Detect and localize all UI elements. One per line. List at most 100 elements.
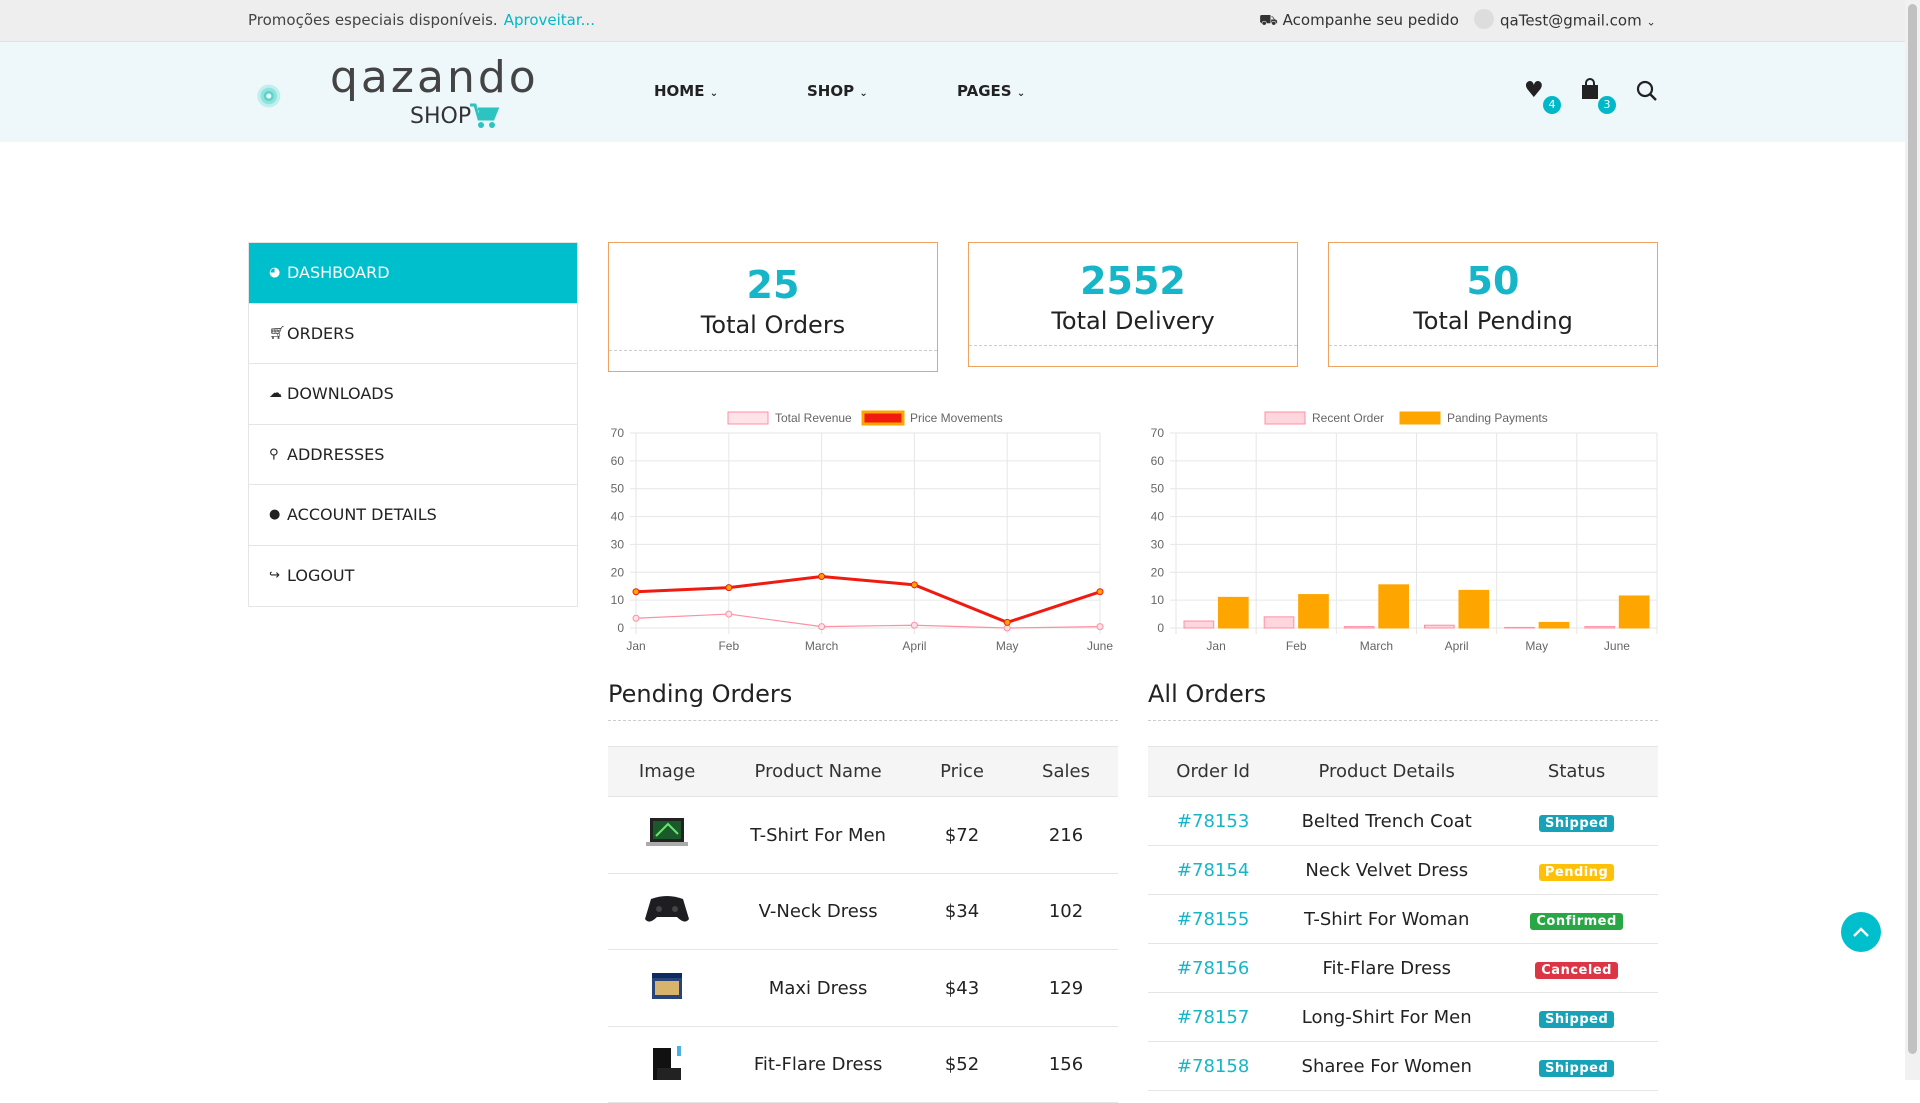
logout-icon: ↪ bbox=[269, 568, 280, 584]
sidebar-item-orders[interactable]: 🛒︎ ORDERS bbox=[249, 304, 577, 364]
data-point bbox=[1096, 588, 1104, 596]
gamepad-icon bbox=[645, 896, 690, 922]
y-tick-label: 60 bbox=[611, 454, 625, 468]
all-orders-title: All Orders bbox=[1148, 680, 1267, 708]
page-scrollbar[interactable] bbox=[1905, 0, 1920, 1080]
order-id-link[interactable]: #78155 bbox=[1148, 894, 1279, 944]
x-tick-label: April bbox=[1445, 639, 1469, 653]
divider bbox=[609, 350, 937, 351]
legend-swatch bbox=[727, 411, 769, 425]
product-details: Fit-Flare Dress bbox=[1278, 943, 1496, 993]
x-tick-label: Feb bbox=[718, 639, 739, 653]
data-point bbox=[1096, 623, 1104, 631]
cart-icon: 🛒︎ bbox=[269, 325, 286, 341]
search-icon bbox=[1636, 80, 1657, 101]
y-tick-label: 20 bbox=[611, 565, 625, 579]
product-name: Fit-Flare Dress bbox=[726, 1026, 911, 1103]
product-image bbox=[608, 796, 727, 874]
table-row[interactable]: Maxi Dress $43 129 bbox=[608, 949, 1118, 1027]
stat-label: Total Pending bbox=[1413, 307, 1573, 335]
y-tick-label: 40 bbox=[1151, 510, 1165, 524]
sidebar-item-dashboard[interactable]: ◕ DASHBOARD bbox=[249, 243, 577, 304]
table-row[interactable]: #78154 Neck Velvet Dress Pending bbox=[1148, 845, 1658, 895]
promo-link[interactable]: Aproveitar... bbox=[504, 11, 595, 29]
data-point bbox=[725, 584, 733, 592]
nav-pages[interactable]: PAGES ⌄ bbox=[957, 82, 1025, 100]
x-tick-label: Jan bbox=[626, 639, 645, 653]
y-tick-label: 0 bbox=[617, 621, 624, 635]
x-tick-label: April bbox=[902, 639, 926, 653]
table-row[interactable]: Fit-Flare Dress $52 156 bbox=[608, 1026, 1118, 1103]
status-cell: Shipped bbox=[1495, 992, 1658, 1042]
data-point bbox=[725, 610, 733, 618]
y-tick-label: 30 bbox=[1151, 537, 1165, 551]
scrollbar-thumb[interactable] bbox=[1908, 4, 1917, 1054]
x-tick-label: June bbox=[1604, 639, 1630, 653]
truck-icon: ⛟ bbox=[1259, 11, 1278, 29]
bar bbox=[1343, 626, 1375, 629]
wishlist-button[interactable]: ♥ bbox=[1524, 78, 1544, 103]
table-row[interactable]: #78155 T-Shirt For Woman Confirmed bbox=[1148, 894, 1658, 944]
product-sales: 156 bbox=[1014, 1026, 1118, 1103]
cart-count-badge: 3 bbox=[1598, 96, 1616, 114]
data-point bbox=[818, 623, 826, 631]
track-order-label: Acompanhe seu pedido bbox=[1282, 11, 1459, 29]
table-row[interactable]: #78158 Sharee For Women Shipped bbox=[1148, 1041, 1658, 1091]
table-row[interactable]: T-Shirt For Men $72 216 bbox=[608, 796, 1118, 874]
order-id-link[interactable]: #78154 bbox=[1148, 845, 1279, 895]
status-cell: Shipped bbox=[1495, 1041, 1658, 1091]
order-id-link[interactable]: #78153 bbox=[1148, 796, 1279, 846]
order-id-link[interactable]: #78158 bbox=[1148, 1041, 1279, 1091]
table-row[interactable]: #78157 Long-Shirt For Men Shipped bbox=[1148, 992, 1658, 1042]
y-tick-label: 60 bbox=[1151, 454, 1165, 468]
column-header: Sales bbox=[1014, 746, 1118, 797]
column-header: Status bbox=[1495, 746, 1658, 797]
cart-button[interactable] bbox=[1580, 78, 1600, 106]
nav-home[interactable]: HOME ⌄ bbox=[654, 82, 718, 100]
data-point bbox=[1003, 618, 1011, 626]
status-cell: Canceled bbox=[1495, 943, 1658, 993]
stat-label: Total Delivery bbox=[1051, 307, 1215, 335]
x-tick-label: March bbox=[1360, 639, 1393, 653]
status-badge: Shipped bbox=[1538, 1059, 1615, 1077]
product-details: T-Shirt For Woman bbox=[1278, 894, 1496, 944]
order-id-link[interactable]: #78156 bbox=[1148, 943, 1279, 993]
heart-icon: ♥ bbox=[1524, 78, 1544, 103]
product-image bbox=[608, 1026, 727, 1103]
back-to-top-button[interactable] bbox=[1841, 912, 1881, 952]
table-row[interactable]: #78156 Fit-Flare Dress Canceled bbox=[1148, 943, 1658, 993]
status-badge: Pending bbox=[1538, 863, 1615, 881]
product-name: T-Shirt For Men bbox=[726, 796, 911, 874]
sidebar-item-downloads[interactable]: ☁ DOWNLOADS bbox=[249, 364, 577, 425]
console-icon bbox=[653, 1046, 682, 1080]
data-point bbox=[910, 581, 918, 589]
table-row[interactable]: V-Neck Dress $34 102 bbox=[608, 873, 1118, 950]
y-tick-label: 10 bbox=[611, 593, 625, 607]
logo-icon[interactable] bbox=[256, 56, 336, 136]
order-id-link[interactable]: #78157 bbox=[1148, 992, 1279, 1042]
sidebar-item-account-details[interactable]: ● ACCOUNT DETAILS bbox=[249, 485, 577, 546]
table-row[interactable]: #78153 Belted Trench Coat Shipped bbox=[1148, 796, 1658, 846]
promo-message: Promoções especiais disponíveis. bbox=[248, 11, 498, 29]
dashboard-icon: ◕ bbox=[269, 265, 281, 281]
nav-shop[interactable]: SHOP ⌄ bbox=[807, 82, 868, 100]
sidebar-item-addresses[interactable]: ⚲ ADDRESSES bbox=[249, 425, 577, 485]
y-tick-label: 70 bbox=[1151, 426, 1165, 440]
account-dropdown[interactable]: qaTest@gmail.com ⌄ bbox=[1474, 9, 1656, 31]
bar-chart: Recent Order Panding Payments 0 10 20 30 40 50 6… bbox=[1151, 411, 1658, 653]
y-tick-label: 20 bbox=[1151, 565, 1165, 579]
product-image bbox=[608, 873, 727, 950]
bar bbox=[1263, 616, 1295, 629]
track-order-link[interactable]: ⛟ Acompanhe seu pedido bbox=[1259, 11, 1459, 31]
table-header-row: Order Id Product Details Status bbox=[1148, 746, 1658, 797]
shopping-bag-icon bbox=[1582, 78, 1598, 99]
wishlist-count-badge: 4 bbox=[1543, 96, 1561, 114]
chevron-down-icon: ⌄ bbox=[859, 88, 868, 99]
divider bbox=[969, 345, 1297, 346]
search-button[interactable] bbox=[1636, 80, 1658, 108]
data-point bbox=[632, 614, 640, 622]
x-tick-label: June bbox=[1087, 639, 1113, 653]
stat-value: 25 bbox=[746, 263, 800, 307]
data-point bbox=[632, 588, 640, 596]
sidebar-item-logout[interactable]: ↪ LOGOUT bbox=[249, 546, 577, 607]
